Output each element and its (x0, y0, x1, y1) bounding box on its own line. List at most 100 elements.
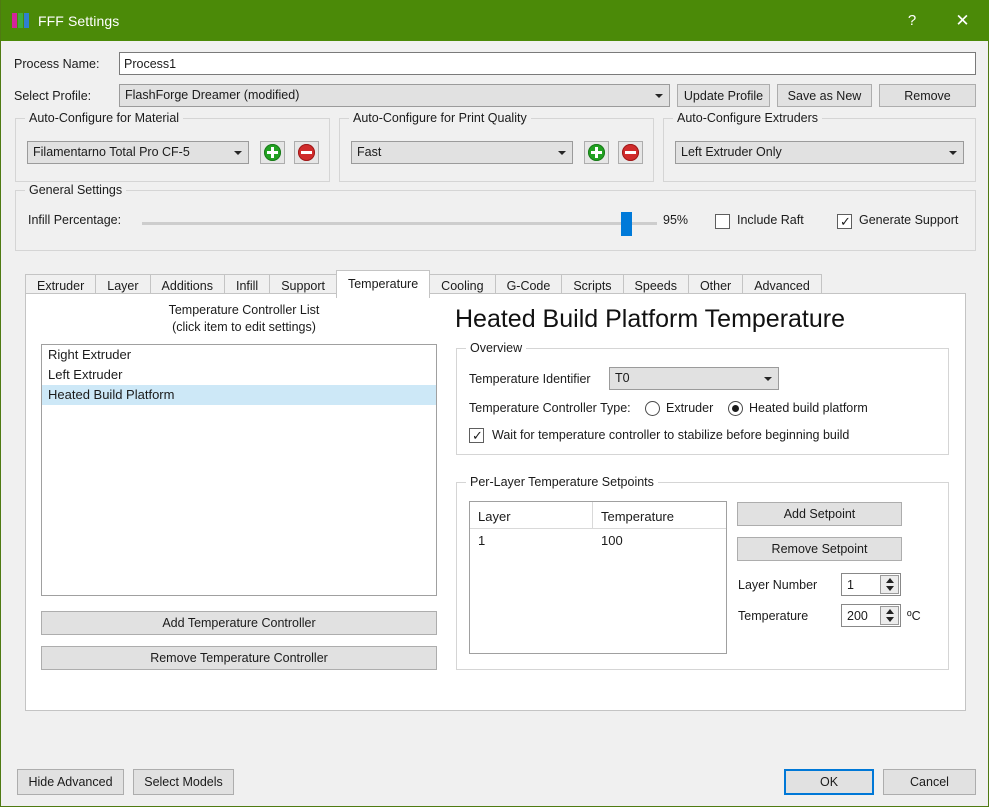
temperature-spinner-buttons[interactable] (880, 606, 899, 625)
chevron-down-icon (655, 94, 663, 98)
title-bar-buttons: ? ✕ (889, 0, 989, 41)
add-setpoint-button[interactable]: Add Setpoint (737, 502, 902, 526)
remove-material-button[interactable] (294, 141, 319, 164)
temperature-identifier-value: T0 (615, 371, 630, 385)
window-title: FFF Settings (38, 12, 120, 29)
temperature-identifier-combo[interactable]: T0 (609, 367, 779, 390)
spinner-down-icon[interactable] (885, 586, 894, 592)
temperature-setpoint-spinner[interactable]: 200 (841, 604, 901, 627)
save-as-new-button[interactable]: Save as New (777, 84, 872, 107)
remove-setpoint-button[interactable]: Remove Setpoint (737, 537, 902, 561)
controller-list-title-line2: (click item to edit settings) (172, 320, 316, 334)
list-item[interactable]: Heated Build Platform (42, 385, 436, 405)
infill-slider-thumb[interactable] (620, 212, 632, 236)
auto-configure-material-label: Auto-Configure for Material (25, 111, 184, 125)
radio-extruder-label: Extruder (666, 401, 714, 415)
temperature-controller-list[interactable]: Right Extruder Left Extruder Heated Build … (41, 344, 437, 596)
spinner-down-icon[interactable] (885, 617, 894, 623)
table-row[interactable]: 1 100 (470, 529, 726, 553)
close-icon[interactable]: ✕ (935, 0, 989, 41)
cell-temperature: 100 (601, 533, 623, 548)
wait-stabilize-checkbox[interactable]: ✓ (469, 428, 484, 443)
per-layer-setpoints-label: Per-Layer Temperature Setpoints (466, 475, 658, 489)
radio-heated-build-platform[interactable] (728, 401, 743, 416)
quality-combo[interactable]: Fast (351, 141, 573, 164)
add-quality-button[interactable] (584, 141, 609, 164)
per-layer-setpoints-group: Per-Layer Temperature Setpoints Layer Te… (456, 475, 949, 670)
layer-number-spinner-buttons[interactable] (880, 575, 899, 594)
tab-temperature[interactable]: Temperature (335, 270, 431, 298)
infill-percentage-value: 95% (663, 213, 689, 227)
auto-configure-extruders-group: Auto-Configure Extruders Left Extruder O… (663, 111, 976, 182)
update-profile-button[interactable]: Update Profile (677, 84, 770, 107)
process-name-input[interactable] (119, 52, 976, 75)
column-header-temperature[interactable]: Temperature (593, 502, 674, 528)
list-item[interactable]: Left Extruder (42, 365, 436, 385)
chevron-down-icon (764, 377, 772, 381)
overview-label: Overview (466, 341, 527, 355)
layer-number-spinner[interactable]: 1 (841, 573, 901, 596)
cell-layer: 1 (478, 533, 486, 548)
temperature-setpoint-label: Temperature (738, 609, 809, 623)
column-header-layer[interactable]: Layer (470, 502, 593, 528)
hide-advanced-button[interactable]: Hide Advanced (17, 769, 124, 795)
add-temperature-controller-button[interactable]: Add Temperature Controller (41, 611, 437, 635)
fff-settings-window: FFF Settings ? ✕ Process Name: Select Pr… (0, 0, 989, 807)
check-icon: ✓ (472, 428, 483, 443)
ok-button[interactable]: OK (784, 769, 874, 795)
select-profile-combo[interactable]: FlashForge Dreamer (modified) (119, 84, 670, 107)
select-profile-label: Select Profile: (14, 89, 92, 103)
temperature-setpoint-value: 200 (847, 608, 868, 623)
radio-extruder[interactable] (645, 401, 660, 416)
material-value: Filamentarno Total Pro CF-5 (33, 145, 190, 159)
extruders-value: Left Extruder Only (681, 145, 782, 159)
radio-heated-build-platform-label: Heated build platform (749, 401, 868, 415)
chevron-down-icon (558, 151, 566, 155)
setpoints-table[interactable]: Layer Temperature 1 100 (469, 501, 727, 654)
material-combo[interactable]: Filamentarno Total Pro CF-5 (27, 141, 249, 164)
overview-group: Overview Temperature Identifier T0 Tempe… (456, 341, 949, 455)
tab-panel-temperature: Temperature Controller List (click item … (25, 293, 966, 711)
setpoints-table-header: Layer Temperature (470, 502, 726, 529)
list-item[interactable]: Right Extruder (42, 345, 436, 365)
general-settings-group: General Settings Infill Percentage: 95% … (15, 183, 976, 251)
remove-quality-button[interactable] (618, 141, 643, 164)
controller-type-label: Temperature Controller Type: (469, 401, 631, 415)
app-logo-icon (12, 13, 29, 28)
infill-slider[interactable] (142, 222, 657, 225)
help-icon[interactable]: ? (889, 0, 935, 41)
add-material-button[interactable] (260, 141, 285, 164)
wait-stabilize-label: Wait for temperature controller to stabi… (492, 428, 850, 442)
select-profile-value: FlashForge Dreamer (modified) (125, 88, 300, 102)
controller-list-title-line1: Temperature Controller List (168, 303, 320, 317)
cancel-button[interactable]: Cancel (883, 769, 976, 795)
generate-support-checkbox[interactable]: ✓ (837, 214, 852, 229)
include-raft-label: Include Raft (737, 213, 804, 227)
auto-configure-extruders-label: Auto-Configure Extruders (673, 111, 823, 125)
select-models-button[interactable]: Select Models (133, 769, 234, 795)
spinner-up-icon[interactable] (885, 577, 894, 583)
radio-dot-icon (732, 405, 739, 412)
auto-configure-quality-label: Auto-Configure for Print Quality (349, 111, 531, 125)
remove-temperature-controller-button[interactable]: Remove Temperature Controller (41, 646, 437, 670)
remove-profile-button[interactable]: Remove (879, 84, 976, 107)
extruders-combo[interactable]: Left Extruder Only (675, 141, 964, 164)
plus-circle-icon (588, 144, 605, 161)
check-icon: ✓ (840, 214, 851, 229)
auto-configure-material-group: Auto-Configure for Material Filamentarno… (15, 111, 330, 182)
minus-circle-icon (298, 144, 315, 161)
chevron-down-icon (949, 151, 957, 155)
temperature-unit-label: ºC (907, 609, 921, 623)
minus-circle-icon (622, 144, 639, 161)
quality-value: Fast (357, 145, 382, 159)
auto-configure-quality-group: Auto-Configure for Print Quality Fast (339, 111, 654, 182)
include-raft-checkbox[interactable] (715, 214, 730, 229)
controller-list-title: Temperature Controller List (click item … (42, 302, 446, 336)
generate-support-label: Generate Support (859, 213, 959, 227)
layer-number-value: 1 (847, 577, 854, 592)
temperature-identifier-label: Temperature Identifier (469, 372, 591, 386)
infill-percentage-label: Infill Percentage: (28, 213, 122, 227)
spinner-up-icon[interactable] (885, 608, 894, 614)
layer-number-label: Layer Number (738, 578, 818, 592)
detail-heading: Heated Build Platform Temperature (455, 305, 846, 333)
